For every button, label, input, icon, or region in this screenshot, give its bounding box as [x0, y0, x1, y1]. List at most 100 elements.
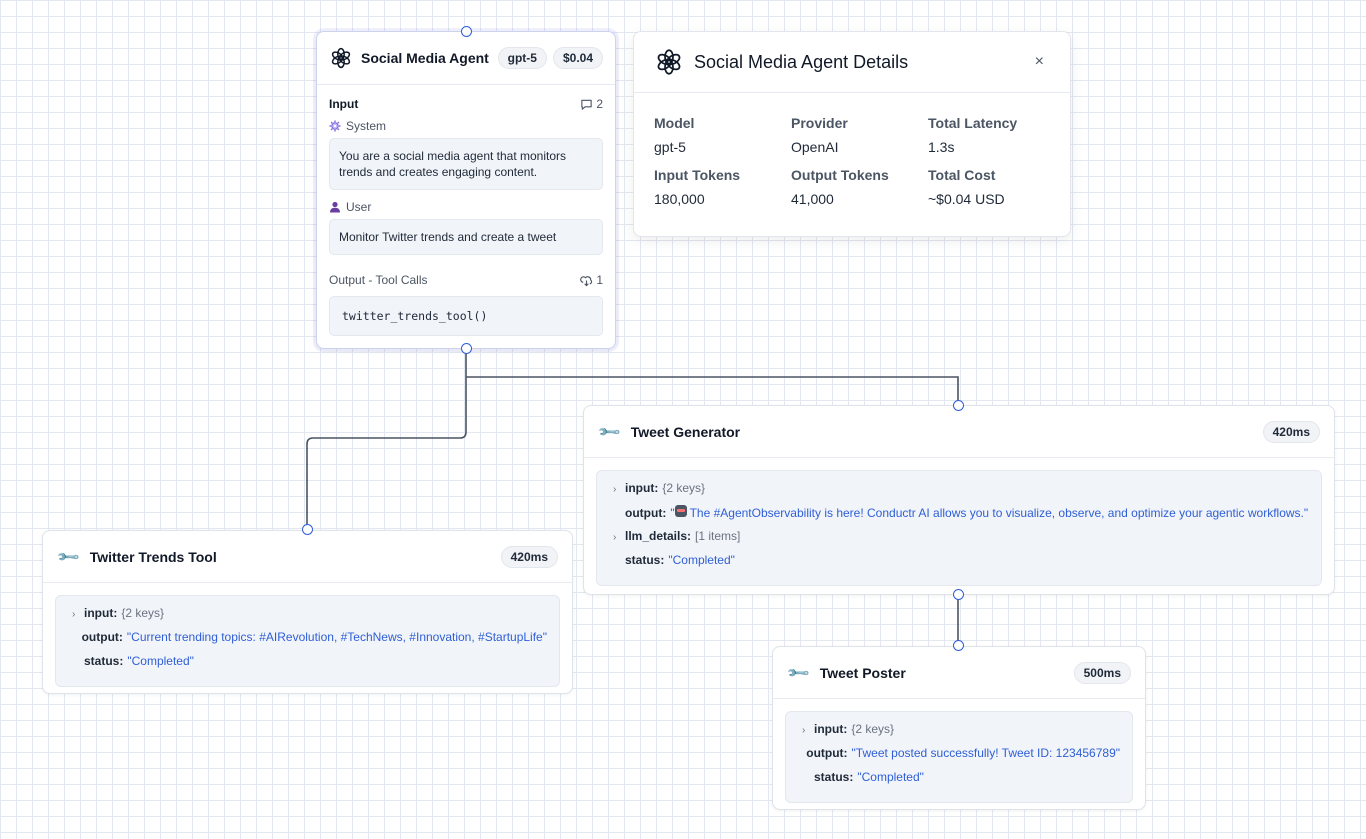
system-role-label: System	[346, 119, 387, 133]
kv-meta: {2 keys}	[851, 722, 895, 736]
close-icon[interactable]: ×	[1029, 49, 1050, 75]
kv-key: output:	[806, 746, 848, 760]
detail-output-tokens: Output Tokens 41,000	[791, 167, 928, 207]
detail-value: 1.3s	[928, 139, 955, 155]
detail-label: Model	[654, 115, 695, 131]
tool-node-header: 🔧 Twitter Trends Tool 420ms	[43, 531, 572, 583]
model-pill: gpt-5	[497, 47, 547, 69]
openai-logo-icon	[657, 49, 681, 75]
kv-key: status:	[84, 654, 124, 668]
kv-row-status: status: "Completed"	[72, 654, 547, 678]
latency-pill: 420ms	[500, 545, 558, 568]
tool-node-header: 🔧 Tweet Generator 420ms	[584, 406, 1334, 458]
agent-title: Social Media Agent	[361, 50, 489, 66]
kv-row-input[interactable]: › input: {2 keys}	[613, 481, 1309, 505]
chevron-right-icon[interactable]: ›	[613, 532, 625, 543]
system-message-box: You are a social media agent that monito…	[329, 138, 603, 190]
kv-key: input:	[625, 481, 659, 495]
system-role-row: System	[329, 119, 603, 133]
wrench-icon: 🔧	[56, 544, 82, 570]
tweet-generator-node[interactable]: 🔧 Tweet Generator 420ms › input: {2 keys…	[583, 405, 1335, 595]
detail-label: Output Tokens	[791, 167, 889, 183]
tool-title: Twitter Trends Tool	[89, 548, 217, 565]
workflow-canvas[interactable]: Social Media Agent gpt-5 $0.04 Input 2 S…	[0, 0, 1366, 839]
tool-output-box: › input: {2 keys} output: " The #AgentOb…	[596, 470, 1322, 586]
detail-provider: Provider OpenAI	[791, 115, 928, 155]
tweet-poster-node[interactable]: 🔧 Tweet Poster 500ms › input: {2 keys} o…	[772, 646, 1146, 810]
agent-node-header: Social Media Agent gpt-5 $0.04	[317, 32, 615, 85]
message-count: 2	[580, 97, 603, 111]
detail-value: OpenAI	[791, 139, 839, 155]
kv-row-input[interactable]: › input: {2 keys}	[72, 606, 547, 630]
agent-input-handle[interactable]	[461, 26, 472, 37]
kv-key: llm_details:	[625, 529, 692, 543]
wrench-icon: 🔧	[786, 660, 812, 686]
kv-row-output: output: "Tweet posted successfully! Twee…	[802, 746, 1120, 770]
message-count-value: 2	[596, 97, 603, 111]
tweet-generator-input-handle[interactable]	[953, 400, 964, 411]
kv-row-status: status: "Completed"	[613, 553, 1309, 577]
chevron-right-icon[interactable]: ›	[802, 725, 814, 736]
input-label: Input	[329, 97, 359, 111]
details-title: Social Media Agent Details	[694, 51, 909, 72]
kv-row-input[interactable]: › input: {2 keys}	[802, 722, 1120, 746]
detail-input-tokens: Input Tokens 180,000	[654, 167, 791, 207]
detail-value: gpt-5	[654, 139, 686, 155]
kv-meta: {2 keys}	[662, 481, 706, 495]
detail-label: Input Tokens	[654, 167, 741, 183]
tool-call-icon	[580, 275, 593, 286]
edge-agent-to-tweet-generator	[466, 376, 959, 405]
details-grid: Model gpt-5 Provider OpenAI Total Latenc…	[634, 93, 1070, 207]
twitter-trends-tool-node[interactable]: 🔧 Twitter Trends Tool 420ms › input: {2 …	[42, 530, 573, 694]
output-section-header: Output - Tool Calls 1	[329, 273, 603, 287]
user-role-label: User	[346, 200, 372, 214]
agent-node-body: Input 2 System You are a social media ag…	[317, 85, 615, 336]
tool-call-count: 1	[580, 273, 603, 287]
sunglasses-emoji-icon	[674, 505, 687, 517]
user-role-row: User	[329, 200, 603, 214]
chevron-right-icon[interactable]: ›	[72, 609, 84, 620]
detail-label: Total Cost	[928, 167, 996, 183]
twitter-tool-input-handle[interactable]	[302, 524, 313, 535]
kv-key: input:	[814, 722, 848, 736]
agent-output-handle[interactable]	[461, 343, 472, 354]
kv-key: input:	[84, 606, 118, 620]
detail-label: Provider	[791, 115, 848, 131]
openai-logo-icon	[331, 47, 351, 69]
tool-title: Tweet Generator	[630, 423, 741, 440]
kv-value: "Current trending topics: #AIRevolution,…	[126, 630, 547, 644]
wrench-icon: 🔧	[597, 419, 623, 445]
kv-meta: [1 items]	[695, 529, 741, 543]
tool-call-count-value: 1	[596, 273, 603, 287]
detail-value: 41,000	[791, 191, 834, 207]
kv-value: "Completed"	[668, 553, 735, 567]
detail-label: Total Latency	[928, 115, 1018, 131]
tweet-generator-output-handle[interactable]	[953, 589, 964, 600]
edge-agent-to-twitter-tool	[306, 348, 467, 529]
kv-value: The #AgentObservability is here! Conduct…	[689, 506, 1309, 520]
latency-pill: 500ms	[1073, 661, 1131, 684]
tweet-poster-input-handle[interactable]	[953, 640, 964, 651]
detail-value: 180,000	[654, 191, 705, 207]
comment-icon	[581, 99, 593, 110]
tool-output-box: › input: {2 keys} output: "Current trend…	[55, 595, 560, 687]
user-icon	[330, 201, 340, 213]
agent-node[interactable]: Social Media Agent gpt-5 $0.04 Input 2 S…	[316, 31, 616, 349]
details-header: Social Media Agent Details ×	[634, 32, 1070, 93]
latency-pill: 420ms	[1262, 420, 1320, 443]
gear-icon	[329, 120, 341, 132]
user-message-box: Monitor Twitter trends and create a twee…	[329, 219, 603, 255]
kv-key: output:	[81, 630, 123, 644]
kv-key: status:	[814, 770, 854, 784]
detail-total-latency: Total Latency 1.3s	[928, 115, 1065, 155]
kv-row-output: output: "Current trending topics: #AIRev…	[72, 630, 547, 654]
cost-pill: $0.04	[552, 47, 603, 69]
detail-value: ~$0.04 USD	[928, 191, 1005, 207]
kv-value: "Completed"	[127, 654, 194, 668]
chevron-right-icon[interactable]: ›	[613, 484, 625, 495]
tool-node-header: 🔧 Tweet Poster 500ms	[773, 647, 1145, 699]
kv-meta: {2 keys}	[121, 606, 165, 620]
output-label: Output - Tool Calls	[329, 273, 428, 287]
kv-row-llm-details[interactable]: › llm_details: [1 items]	[613, 529, 1309, 553]
tool-output-box: › input: {2 keys} output: "Tweet posted …	[785, 711, 1133, 803]
